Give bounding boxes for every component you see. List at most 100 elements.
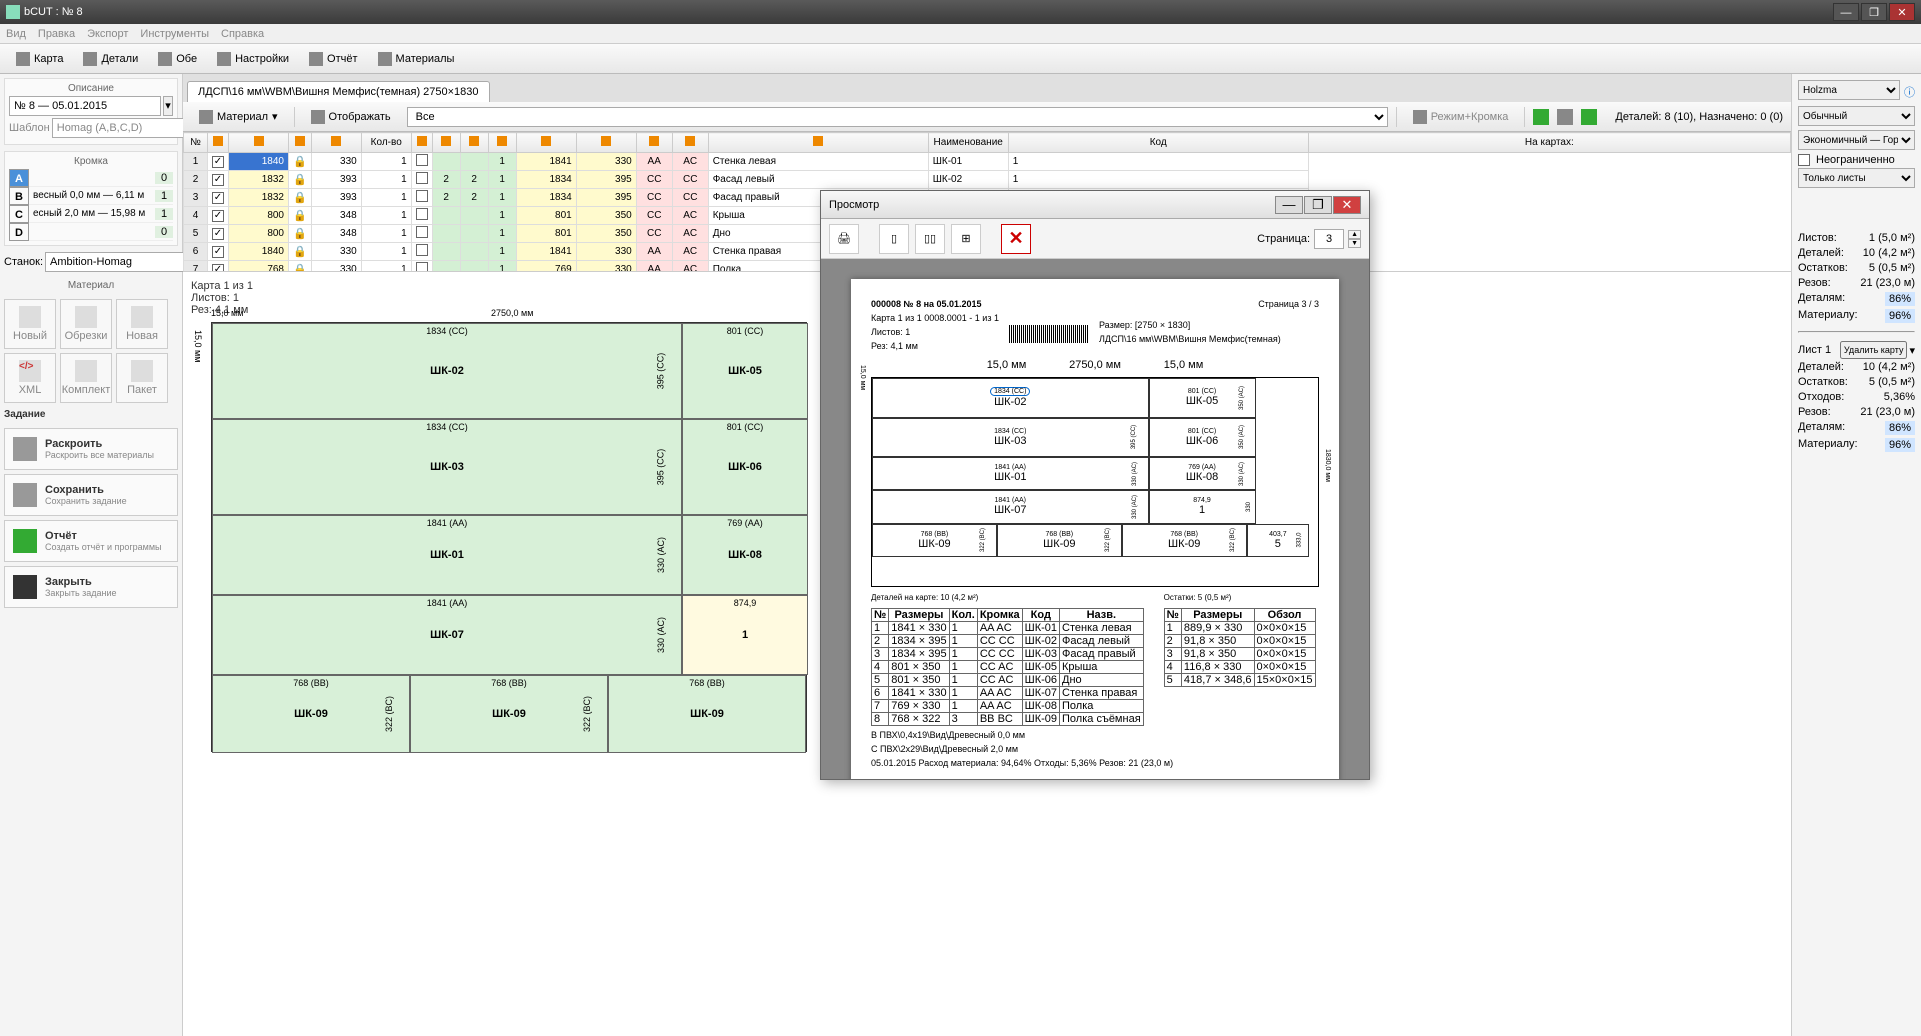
tool-icon-1[interactable] bbox=[1533, 109, 1549, 125]
table-row[interactable]: 21832🔒39312211834395CCCCФасад левыйШК-02… bbox=[184, 171, 1791, 189]
row-check[interactable] bbox=[212, 246, 224, 258]
task-button[interactable]: ЗакрытьЗакрыть задание bbox=[4, 566, 178, 608]
sheets-select[interactable]: Только листы bbox=[1798, 168, 1915, 188]
menu-item[interactable]: Экспорт bbox=[87, 28, 128, 40]
page-up[interactable]: ▲ bbox=[1348, 230, 1361, 239]
material-tool-button[interactable]: Комплект bbox=[60, 353, 112, 403]
cut-part[interactable]: 768 (BB)ШК-09 bbox=[608, 675, 806, 753]
tool-icon-3[interactable] bbox=[1581, 109, 1597, 125]
toolbar-button[interactable]: Материалы bbox=[370, 49, 463, 69]
menu-item[interactable]: Инструменты bbox=[140, 28, 209, 40]
desc-input[interactable] bbox=[9, 96, 161, 116]
grid-header[interactable] bbox=[229, 133, 289, 153]
row-check2[interactable] bbox=[416, 244, 428, 256]
grid-header[interactable] bbox=[460, 133, 488, 153]
cut-part[interactable]: 768 (BB)ШК-09322 (BC) bbox=[410, 675, 608, 753]
row-check[interactable] bbox=[212, 174, 224, 186]
edge-row[interactable]: A0 bbox=[9, 169, 173, 187]
grid-header[interactable] bbox=[516, 133, 576, 153]
grid-header[interactable] bbox=[432, 133, 460, 153]
row-check[interactable] bbox=[212, 210, 224, 222]
tpl-input[interactable] bbox=[52, 118, 204, 138]
toolbar-button[interactable]: Обе bbox=[150, 49, 205, 69]
row-check2[interactable] bbox=[416, 208, 428, 220]
algo-select[interactable]: Экономичный — Гориз... bbox=[1798, 130, 1915, 150]
grid-header[interactable]: На картах: bbox=[1308, 133, 1790, 153]
toolbar-button[interactable]: Карта bbox=[8, 49, 71, 69]
cutting-sheet[interactable]: 1834 (CC)ШК-02395 (CC)801 (CC)ШК-051834 … bbox=[211, 322, 807, 752]
machine-input[interactable] bbox=[45, 252, 197, 272]
edge-row[interactable]: D0 bbox=[9, 223, 173, 241]
preview-titlebar[interactable]: Просмотр — ❐ ✕ bbox=[821, 191, 1369, 219]
preview-max[interactable]: ❐ bbox=[1304, 196, 1332, 214]
page-view-2[interactable]: ▯▯ bbox=[915, 224, 945, 254]
material-tool-button[interactable]: Новая bbox=[116, 299, 168, 349]
grid-header[interactable] bbox=[488, 133, 516, 153]
lock-icon[interactable]: 🔒 bbox=[293, 228, 307, 240]
preview-close[interactable]: ✕ bbox=[1333, 196, 1361, 214]
table-row[interactable]: 11840🔒330111841330AAACСтенка леваяШК-011 bbox=[184, 153, 1791, 171]
grid-header[interactable] bbox=[636, 133, 672, 153]
display-button[interactable]: Отображать bbox=[303, 107, 399, 127]
toolbar-button[interactable]: Детали bbox=[75, 49, 146, 69]
material-tab[interactable]: ЛДСП\16 мм\WBM\Вишня Мемфис(темная) 2750… bbox=[187, 81, 490, 102]
material-tool-button[interactable]: </>XML bbox=[4, 353, 56, 403]
row-check[interactable] bbox=[212, 192, 224, 204]
maximize-button[interactable]: ❐ bbox=[1861, 3, 1887, 21]
preview-x[interactable]: ✕ bbox=[1001, 224, 1031, 254]
material-tool-button[interactable]: Новый bbox=[4, 299, 56, 349]
machine-select[interactable]: Holzma bbox=[1798, 80, 1900, 100]
grid-header[interactable] bbox=[289, 133, 312, 153]
page-down[interactable]: ▼ bbox=[1348, 239, 1361, 248]
task-button[interactable]: СохранитьСохранить задание bbox=[4, 474, 178, 516]
grid-header[interactable] bbox=[311, 133, 361, 153]
row-check2[interactable] bbox=[416, 154, 428, 166]
grid-header[interactable] bbox=[411, 133, 432, 153]
cut-part[interactable]: 1841 (AA)ШК-07330 (AC) bbox=[212, 595, 682, 675]
page-view-1[interactable]: ▯ bbox=[879, 224, 909, 254]
material-tool-button[interactable]: Обрезки bbox=[60, 299, 112, 349]
cut-part[interactable]: 1834 (CC)ШК-03395 (CC) bbox=[212, 419, 682, 515]
delete-card-button[interactable]: Удалить карту bbox=[1840, 341, 1908, 359]
grid-header[interactable] bbox=[708, 133, 928, 153]
cut-part[interactable]: 874,91 bbox=[682, 595, 808, 675]
material-tool-button[interactable]: Пакет bbox=[116, 353, 168, 403]
page-input[interactable] bbox=[1314, 229, 1344, 249]
page-view-3[interactable]: ⊞ bbox=[951, 224, 981, 254]
row-check[interactable] bbox=[212, 264, 224, 273]
cut-part[interactable]: 1841 (AA)ШК-01330 (AC) bbox=[212, 515, 682, 595]
grid-header[interactable]: № bbox=[184, 133, 208, 153]
lock-icon[interactable]: 🔒 bbox=[293, 192, 307, 204]
edge-row[interactable]: Bвесный 0,0 мм — 6,11 м1 bbox=[9, 187, 173, 205]
lock-icon[interactable]: 🔒 bbox=[293, 246, 307, 258]
lock-icon[interactable]: 🔒 bbox=[293, 156, 307, 168]
lock-icon[interactable]: 🔒 bbox=[293, 264, 307, 272]
print-button[interactable]: 🖨 bbox=[829, 224, 859, 254]
row-check2[interactable] bbox=[416, 172, 428, 184]
row-check[interactable] bbox=[212, 156, 224, 168]
edge-row[interactable]: Cесный 2,0 мм — 15,98 м1 bbox=[9, 205, 173, 223]
grid-header[interactable]: Кол-во bbox=[361, 133, 411, 153]
menu-item[interactable]: Вид bbox=[6, 28, 26, 40]
lock-icon[interactable]: 🔒 bbox=[293, 210, 307, 222]
preview-body[interactable]: 000008 № 8 на 05.01.2015 Страница 3 / 3 … bbox=[821, 259, 1369, 779]
material-button[interactable]: Материал ▾ bbox=[191, 107, 286, 127]
row-check2[interactable] bbox=[416, 262, 428, 272]
cut-part[interactable]: 801 (CC)ШК-06 bbox=[682, 419, 808, 515]
toolbar-button[interactable]: Отчёт bbox=[301, 49, 365, 69]
grid-header[interactable] bbox=[208, 133, 229, 153]
row-check2[interactable] bbox=[416, 190, 428, 202]
task-button[interactable]: РаскроитьРаскроить все материалы bbox=[4, 428, 178, 470]
cut-part[interactable]: 769 (AA)ШК-08 bbox=[682, 515, 808, 595]
cut-part[interactable]: 768 (BB)ШК-09322 (BC) bbox=[212, 675, 410, 753]
grid-header[interactable]: Наименование bbox=[928, 133, 1008, 153]
cut-part[interactable]: 801 (CC)ШК-05 bbox=[682, 323, 808, 419]
grid-header[interactable] bbox=[672, 133, 708, 153]
preview-min[interactable]: — bbox=[1275, 196, 1303, 214]
menu-item[interactable]: Справка bbox=[221, 28, 264, 40]
row-check2[interactable] bbox=[416, 226, 428, 238]
task-button[interactable]: ОтчётСоздать отчёт и программы bbox=[4, 520, 178, 562]
card-dd[interactable]: ▾ bbox=[1909, 344, 1915, 357]
mode-select[interactable]: Обычный bbox=[1798, 106, 1915, 126]
grid-header[interactable]: Код bbox=[1008, 133, 1308, 153]
